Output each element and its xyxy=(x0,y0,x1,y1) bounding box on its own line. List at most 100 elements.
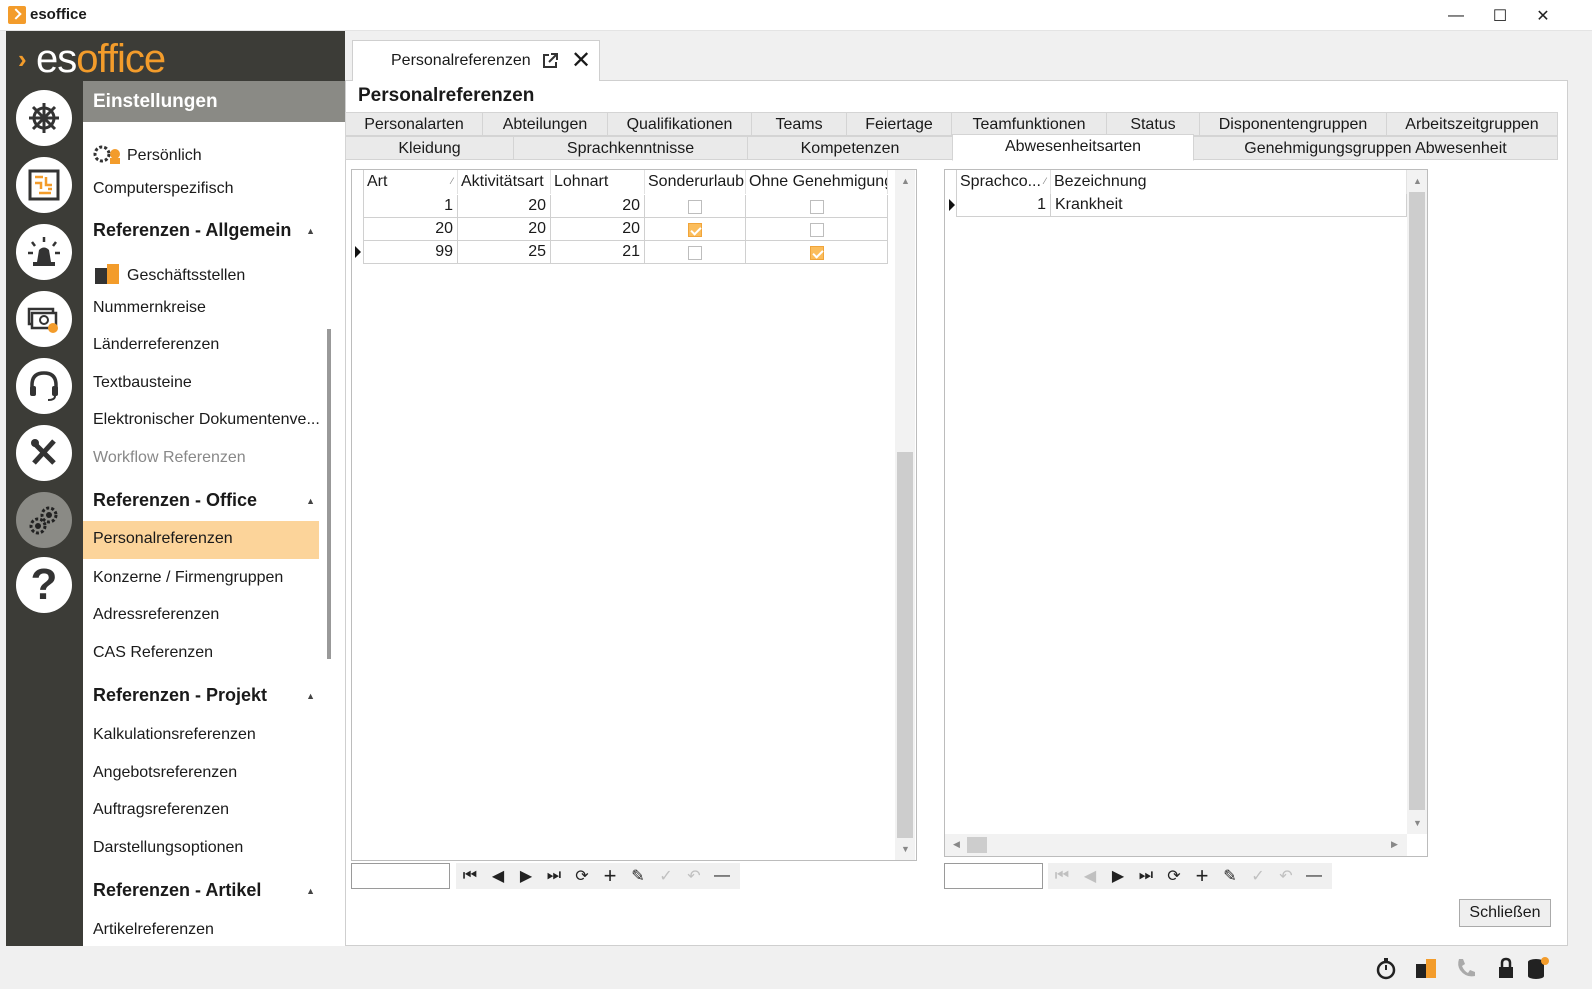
col-header-art[interactable]: Art ⁄ xyxy=(364,170,458,194)
scroll-up-icon[interactable]: ▲ xyxy=(901,176,910,186)
nav-group-allgemein[interactable]: Referenzen - Allgemein ▲ xyxy=(83,212,323,248)
branch-office-icon[interactable] xyxy=(1414,956,1438,980)
nav-group-office[interactable]: Referenzen - Office ▲ xyxy=(83,482,323,518)
nav-item-auftragsreferenzen[interactable]: Auftragsreferenzen xyxy=(83,792,323,830)
nav-item-computerspezifisch[interactable]: Computerspezifisch xyxy=(83,171,323,209)
close-window-button[interactable]: ✕ xyxy=(1520,0,1566,31)
nav-item-konzerne[interactable]: Konzerne / Firmengruppen xyxy=(83,560,323,598)
col-header-sonderurlaub[interactable]: Sonderurlaub xyxy=(645,170,746,194)
maximize-button[interactable]: ☐ xyxy=(1477,0,1523,31)
scroll-thumb[interactable] xyxy=(967,837,987,853)
tab-disponentengruppen[interactable]: Disponentengruppen xyxy=(1199,112,1387,136)
next-record-icon[interactable]: ▶ xyxy=(512,863,540,889)
stopwatch-icon[interactable] xyxy=(1374,956,1398,980)
confirm-check-icon[interactable]: ✓ xyxy=(1244,863,1272,889)
support-headset-icon[interactable] xyxy=(16,358,72,414)
next-record-icon[interactable]: ▶ xyxy=(1104,863,1132,889)
edit-pencil-icon[interactable]: ✎ xyxy=(1216,863,1244,889)
refresh-icon[interactable]: ⟳ xyxy=(1160,863,1188,889)
last-record-icon[interactable]: ⏭ xyxy=(1132,863,1160,889)
prev-record-icon[interactable]: ◀ xyxy=(484,863,512,889)
nav-item-textbausteine[interactable]: Textbausteine xyxy=(83,365,323,403)
tab-teams[interactable]: Teams xyxy=(751,112,847,136)
nav-item-geschaeftsstellen[interactable]: Geschäftsstellen xyxy=(83,253,323,291)
phone-icon[interactable] xyxy=(1454,956,1478,980)
dashboard-helm-icon[interactable] xyxy=(16,90,72,146)
nav-item-persoenlich[interactable]: Persönlich xyxy=(83,133,323,171)
planner-board-icon[interactable] xyxy=(16,157,72,213)
alarm-light-icon[interactable] xyxy=(16,224,72,280)
tab-arbeitszeitgruppen[interactable]: Arbeitszeitgruppen xyxy=(1386,112,1558,136)
delete-minus-icon[interactable]: — xyxy=(1300,863,1328,889)
grid1-vertical-scrollbar[interactable]: ▲ ▼ xyxy=(895,170,915,860)
nav-item-laenderreferenzen[interactable]: Länderreferenzen xyxy=(83,327,323,365)
nav-item-angebotsreferenzen[interactable]: Angebotsreferenzen xyxy=(83,755,323,793)
scroll-left-icon[interactable]: ◀ xyxy=(953,839,960,850)
tab-kompetenzen[interactable]: Kompetenzen xyxy=(747,136,953,160)
sonderurlaub-checkbox[interactable] xyxy=(688,200,702,214)
last-record-icon[interactable]: ⏭ xyxy=(540,863,568,889)
grid2-horizontal-scrollbar[interactable]: ◀ ▶ xyxy=(945,834,1407,856)
tab-abteilungen[interactable]: Abteilungen xyxy=(482,112,608,136)
sonderurlaub-checkbox[interactable] xyxy=(688,223,702,237)
tab-qualifikationen[interactable]: Qualifikationen xyxy=(607,112,752,136)
scroll-thumb[interactable] xyxy=(1409,192,1425,810)
sonderurlaub-checkbox[interactable] xyxy=(688,246,702,260)
tab-teamfunktionen[interactable]: Teamfunktionen xyxy=(951,112,1107,136)
refresh-icon[interactable]: ⟳ xyxy=(568,863,596,889)
database-icon[interactable] xyxy=(1526,956,1550,980)
first-record-icon[interactable]: ⏮ xyxy=(1048,863,1076,889)
help-icon[interactable]: ? xyxy=(16,557,72,613)
nav-item-darstellungsoptionen[interactable]: Darstellungsoptionen xyxy=(83,830,323,868)
undo-icon[interactable]: ↶ xyxy=(680,863,708,889)
scroll-down-icon[interactable]: ▼ xyxy=(901,844,910,854)
minimize-button[interactable]: — xyxy=(1433,0,1479,31)
col-header-sprachcode[interactable]: Sprachco... ⁄ xyxy=(957,170,1051,194)
add-icon[interactable]: + xyxy=(596,863,624,889)
undo-icon[interactable]: ↶ xyxy=(1272,863,1300,889)
scroll-up-icon[interactable]: ▲ xyxy=(1413,176,1422,186)
edit-pencil-icon[interactable]: ✎ xyxy=(624,863,652,889)
scroll-right-icon[interactable]: ▶ xyxy=(1391,839,1398,850)
prev-record-icon[interactable]: ◀ xyxy=(1076,863,1104,889)
nav-item-adressreferenzen[interactable]: Adressreferenzen xyxy=(83,597,323,635)
col-header-ohne-genehmigung[interactable]: Ohne Genehmigung xyxy=(746,170,888,194)
grid2-search-input[interactable] xyxy=(944,863,1043,889)
uebersetzungen-grid[interactable]: Sprachco... ⁄ Bezeichnung 1 Krankheit ▲ ▼… xyxy=(944,169,1428,857)
tab-sprachkenntnisse[interactable]: Sprachkenntnisse xyxy=(513,136,748,160)
ohne-genehmigung-checkbox[interactable] xyxy=(810,246,824,260)
document-tab[interactable]: Personalreferenzen ✕ xyxy=(352,40,600,81)
tab-genehmigungsgruppen-abwesenheit[interactable]: Genehmigungsgruppen Abwesenheit xyxy=(1193,136,1558,160)
scroll-thumb[interactable] xyxy=(897,452,913,838)
abwesenheitsarten-grid[interactable]: Art ⁄ Aktivitätsart Lohnart Sonderurlaub … xyxy=(351,169,917,861)
tab-feiertage[interactable]: Feiertage xyxy=(846,112,952,136)
finance-money-icon[interactable] xyxy=(16,291,72,347)
tab-personalarten[interactable]: Personalarten xyxy=(345,112,483,136)
add-icon[interactable]: + xyxy=(1188,863,1216,889)
first-record-icon[interactable]: ⏮ xyxy=(456,863,484,889)
nav-item-artikelreferenzen[interactable]: Artikelreferenzen xyxy=(83,912,323,946)
nav-item-workflow-referenzen[interactable]: Workflow Referenzen xyxy=(83,440,323,478)
grid1-search-input[interactable] xyxy=(351,863,450,889)
nav-item-cas-referenzen[interactable]: CAS Referenzen xyxy=(83,635,323,673)
nav-group-projekt[interactable]: Referenzen - Projekt ▲ xyxy=(83,677,323,713)
grid2-vertical-scrollbar[interactable]: ▲ ▼ xyxy=(1407,170,1427,834)
tab-abwesenheitsarten[interactable]: Abwesenheitsarten xyxy=(952,134,1194,161)
confirm-check-icon[interactable]: ✓ xyxy=(652,863,680,889)
nav-item-nummernkreise[interactable]: Nummernkreise xyxy=(83,290,323,328)
nav-item-kalkulationsreferenzen[interactable]: Kalkulationsreferenzen xyxy=(83,717,323,755)
tab-status[interactable]: Status xyxy=(1106,112,1200,136)
tab-kleidung[interactable]: Kleidung xyxy=(345,136,514,160)
lock-icon[interactable] xyxy=(1494,956,1518,980)
ohne-genehmigung-checkbox[interactable] xyxy=(810,223,824,237)
delete-minus-icon[interactable]: — xyxy=(708,863,736,889)
col-header-aktivitaetsart[interactable]: Aktivitätsart xyxy=(458,170,551,194)
nav-group-artikel[interactable]: Referenzen - Artikel ▲ xyxy=(83,872,323,908)
settings-gears-icon[interactable] xyxy=(16,492,72,548)
tools-icon[interactable] xyxy=(16,425,72,481)
nav-item-personalreferenzen[interactable]: Personalreferenzen xyxy=(83,521,319,559)
open-external-icon[interactable] xyxy=(541,52,559,70)
col-header-lohnart[interactable]: Lohnart xyxy=(551,170,645,194)
col-header-bezeichnung[interactable]: Bezeichnung xyxy=(1051,170,1407,194)
nav-item-dokumentenverwaltung[interactable]: Elektronischer Dokumentenve... xyxy=(83,402,323,440)
